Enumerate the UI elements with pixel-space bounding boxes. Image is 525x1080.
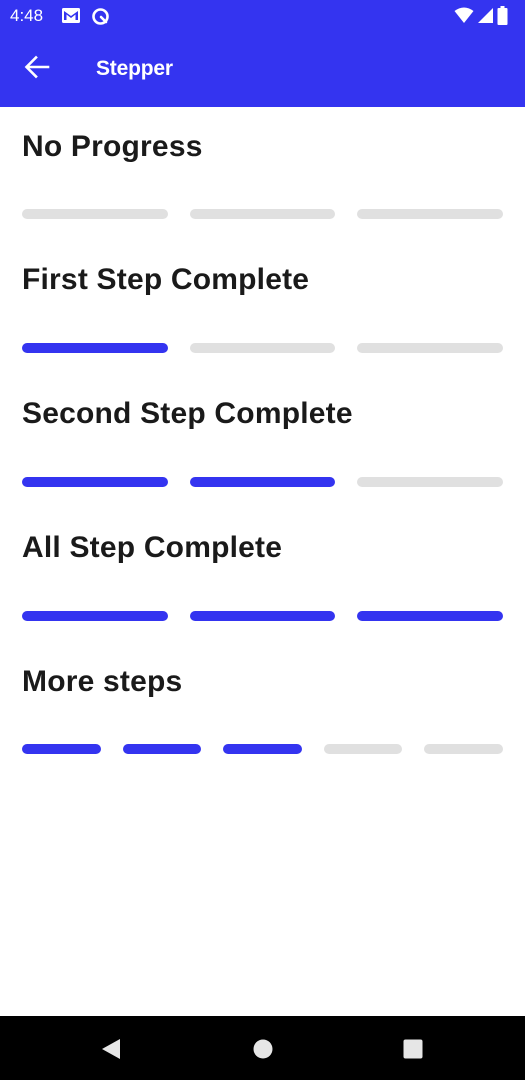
step-segment-incomplete <box>357 477 503 487</box>
step-segment-complete <box>22 477 168 487</box>
section-title: No Progress <box>22 130 203 163</box>
navigation-bar <box>0 1016 525 1080</box>
stepper-screen: 4:48 Stepper No Progress First Step Comp… <box>0 0 525 1080</box>
step-segment-complete <box>22 744 101 754</box>
section-title: Second Step Complete <box>22 397 353 430</box>
step-segment-incomplete <box>424 744 503 754</box>
step-segment-incomplete <box>357 343 503 353</box>
step-segment-incomplete <box>357 209 503 219</box>
battery-icon <box>497 6 508 30</box>
page-title: Stepper <box>96 57 173 80</box>
stepper-3 <box>22 611 503 621</box>
step-segment-complete <box>22 343 168 353</box>
section-title: More steps <box>22 665 183 698</box>
gmail-icon <box>61 7 81 29</box>
step-segment-incomplete <box>189 343 336 353</box>
stepper-3 <box>22 477 503 487</box>
step-segment-complete <box>122 744 202 754</box>
step-segment-complete <box>189 477 336 487</box>
back-button[interactable] <box>17 49 57 89</box>
app-bar: Stepper <box>0 32 525 107</box>
signal-icon <box>477 7 494 29</box>
step-segment-complete <box>357 611 503 621</box>
step-segment-incomplete <box>323 744 403 754</box>
step-segment-complete <box>223 744 302 754</box>
step-segment-complete <box>22 611 168 621</box>
status-bar: 4:48 <box>0 0 525 32</box>
step-segment-complete <box>189 611 336 621</box>
nav-back-icon[interactable] <box>98 1036 124 1062</box>
stepper-5 <box>22 744 503 754</box>
app-notification-icon <box>91 7 110 31</box>
stepper-3 <box>22 209 503 219</box>
step-segment-incomplete <box>189 209 336 219</box>
nav-recents-icon[interactable] <box>400 1036 426 1062</box>
wifi-icon <box>454 7 474 29</box>
arrow-back-icon <box>24 54 50 85</box>
step-segment-incomplete <box>22 209 168 219</box>
status-time: 4:48 <box>10 6 44 25</box>
nav-home-icon[interactable] <box>250 1036 276 1062</box>
section-title: First Step Complete <box>22 263 310 296</box>
stepper-3 <box>22 343 503 353</box>
section-title: All Step Complete <box>22 531 283 564</box>
